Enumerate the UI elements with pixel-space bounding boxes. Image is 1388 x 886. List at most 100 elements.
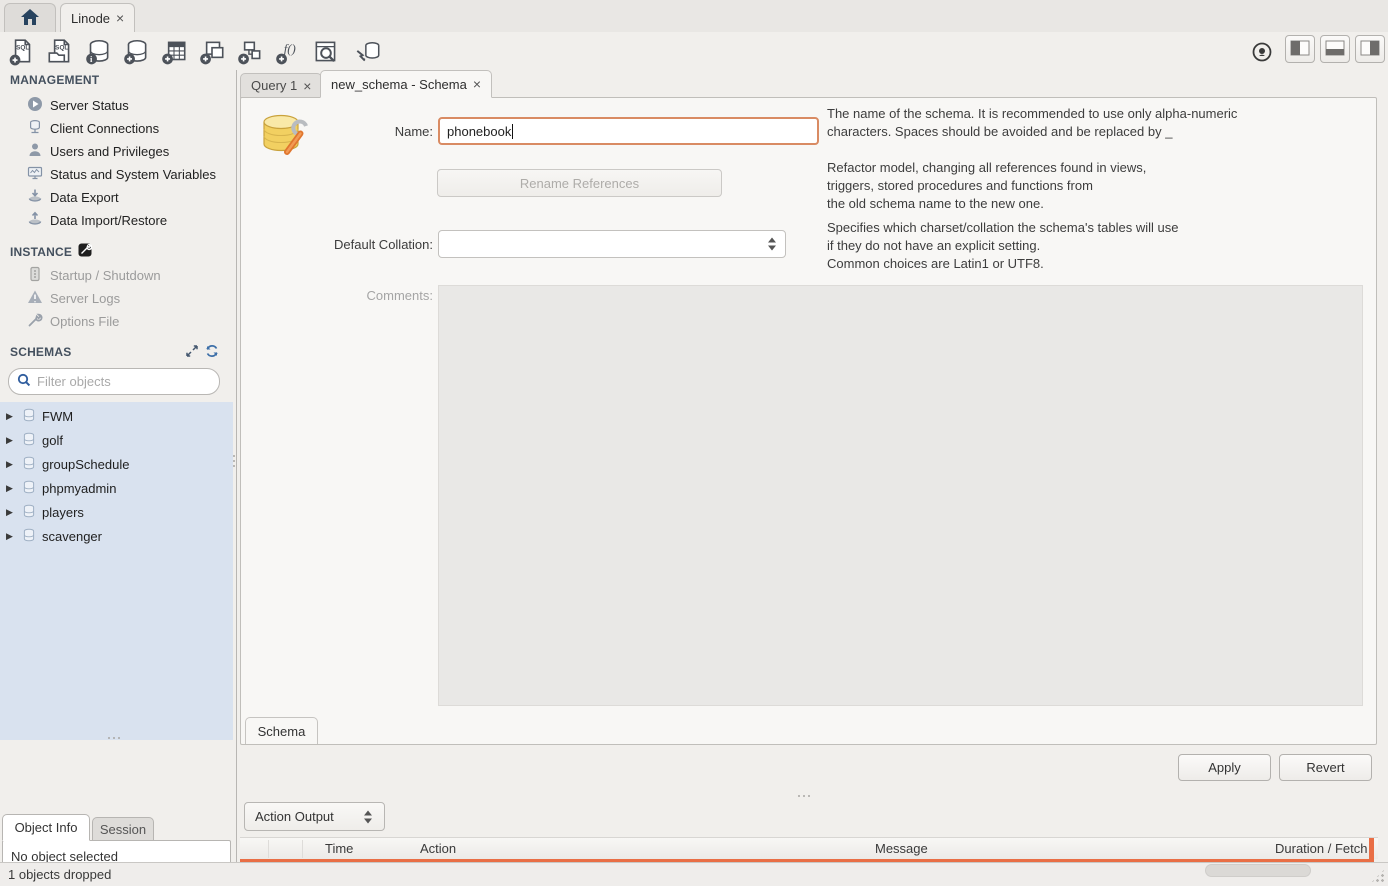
tab-query-1[interactable]: Query 1 × [240, 73, 322, 98]
button-label: Apply [1208, 760, 1241, 775]
sidebar-item-label: Data Export [50, 190, 119, 205]
schema-name: groupSchedule [42, 457, 129, 472]
sidebar-item-server-status[interactable]: Server Status [0, 94, 233, 117]
sidebar-divider[interactable] [236, 70, 237, 862]
collation-select[interactable] [438, 230, 786, 258]
collation-help-text: Specifies which charset/collation the sc… [827, 219, 1387, 273]
sidebar-item-options-file[interactable]: Options File [0, 310, 233, 333]
create-procedure-icon[interactable] [234, 36, 266, 68]
database-icon [22, 528, 36, 545]
expander-icon[interactable]: ▶ [6, 411, 16, 422]
create-function-icon[interactable]: f() [272, 36, 304, 68]
create-schema-icon[interactable] [120, 36, 152, 68]
sidebar-item-system-variables[interactable]: Status and System Variables [0, 163, 233, 186]
output-table-header: Time Action Message Duration / Fetch [240, 837, 1378, 859]
expander-icon[interactable]: ▶ [6, 483, 16, 494]
schema-row-scavenger[interactable]: ▶ scavenger [0, 524, 233, 548]
sidebar-item-server-logs[interactable]: Server Logs [0, 287, 233, 310]
toggle-bottom-panel-button[interactable] [1320, 35, 1350, 63]
tab-label: Session [100, 822, 146, 837]
connection-tab-label: Linode [71, 11, 110, 26]
comments-label: Comments: [301, 288, 433, 303]
rename-help-text: Refactor model, changing all references … [827, 159, 1387, 213]
schema-name: scavenger [42, 529, 102, 544]
new-sql-tab-icon[interactable]: SQL [6, 36, 38, 68]
sidebar-item-client-connections[interactable]: Client Connections [0, 117, 233, 140]
svg-text:f(): f() [284, 42, 296, 56]
object-info-panel: No object selected [2, 840, 231, 862]
schema-row-groupschedule[interactable]: ▶ groupSchedule [0, 452, 233, 476]
apply-button[interactable]: Apply [1178, 754, 1271, 781]
open-sql-script-icon[interactable]: SQL [44, 36, 76, 68]
revert-button[interactable]: Revert [1279, 754, 1372, 781]
spinner-icon [364, 810, 372, 823]
sidebar-item-label: Startup / Shutdown [50, 268, 161, 283]
schema-name: players [42, 505, 84, 520]
system-variables-icon [27, 165, 43, 184]
name-input[interactable]: phonebook [438, 117, 819, 145]
schema-wrench-icon [259, 112, 313, 167]
expander-icon[interactable]: ▶ [6, 435, 16, 446]
sidebar-item-startup-shutdown[interactable]: Startup / Shutdown [0, 264, 233, 287]
comments-textarea[interactable] [438, 285, 1363, 706]
close-icon[interactable]: × [303, 79, 311, 93]
helper-wheel-icon[interactable] [1246, 36, 1278, 68]
connection-tab-linode[interactable]: Linode × [60, 3, 135, 32]
svg-text:SQL: SQL [16, 44, 29, 51]
expander-icon[interactable]: ▶ [6, 531, 16, 542]
output-splitter-handle[interactable] [798, 795, 810, 797]
sidebar-item-data-import[interactable]: Data Import/Restore [0, 209, 233, 232]
tab-schema-bottom[interactable]: Schema [245, 717, 318, 744]
toggle-left-panel-button[interactable] [1285, 35, 1315, 63]
database-icon [22, 456, 36, 473]
schema-filter-box [8, 368, 220, 395]
home-tab[interactable] [4, 3, 56, 32]
expander-icon[interactable]: ▶ [6, 459, 16, 470]
create-table-icon[interactable] [158, 36, 190, 68]
schema-name: FWM [42, 409, 73, 424]
bottom-panel-icon [1325, 40, 1345, 59]
right-panel-icon [1360, 40, 1380, 59]
close-icon[interactable]: × [473, 77, 481, 91]
sidebar-item-label: Options File [50, 314, 119, 329]
schema-filter-input[interactable] [37, 374, 197, 389]
reconnect-dbms-icon[interactable] [352, 36, 384, 68]
sidebar-divider-handle[interactable] [233, 455, 235, 467]
schema-row-fwm[interactable]: ▶ FWM [0, 404, 233, 428]
search-data-icon[interactable] [310, 36, 342, 68]
name-help-text: The name of the schema. It is recommende… [827, 105, 1387, 141]
column-action[interactable]: Action [420, 841, 456, 856]
horizontal-scrollbar-thumb[interactable] [1205, 864, 1311, 877]
database-icon [22, 432, 36, 449]
rename-references-button[interactable]: Rename References [437, 169, 722, 197]
column-message[interactable]: Message [875, 841, 928, 856]
database-icon [22, 504, 36, 521]
sidebar-item-label: Server Status [50, 98, 129, 113]
left-panel-icon [1290, 40, 1310, 59]
sidebar-splitter-handle[interactable] [108, 737, 120, 739]
create-view-icon[interactable] [196, 36, 228, 68]
schema-row-phpmyadmin[interactable]: ▶ phpmyadmin [0, 476, 233, 500]
sidebar-item-label: Data Import/Restore [50, 213, 167, 228]
close-icon[interactable]: × [116, 11, 124, 25]
tab-object-info[interactable]: Object Info [2, 814, 90, 841]
tab-new-schema[interactable]: new_schema - Schema × [320, 70, 492, 98]
object-info-text: No object selected [11, 849, 118, 862]
refresh-schemas-icon[interactable] [205, 344, 219, 361]
schema-row-players[interactable]: ▶ players [0, 500, 233, 524]
action-output-select[interactable]: Action Output [244, 802, 385, 831]
expand-schemas-icon[interactable] [185, 344, 199, 361]
expander-icon[interactable]: ▶ [6, 507, 16, 518]
tab-session[interactable]: Session [92, 817, 154, 841]
column-time[interactable]: Time [325, 841, 353, 856]
column-duration-fetch[interactable]: Duration / Fetch [1275, 841, 1371, 856]
home-icon [20, 8, 40, 29]
schema-row-golf[interactable]: ▶ golf [0, 428, 233, 452]
sidebar-item-data-export[interactable]: Data Export [0, 186, 233, 209]
toggle-right-panel-button[interactable] [1355, 35, 1385, 63]
output-scrollbar-indicator [1369, 838, 1374, 862]
sidebar-item-users-privileges[interactable]: Users and Privileges [0, 140, 233, 163]
schema-inspector-icon[interactable]: i [82, 36, 114, 68]
schema-editor-panel: Name: phonebook The name of the schema. … [240, 97, 1377, 745]
svg-text:SQL: SQL [55, 44, 68, 51]
